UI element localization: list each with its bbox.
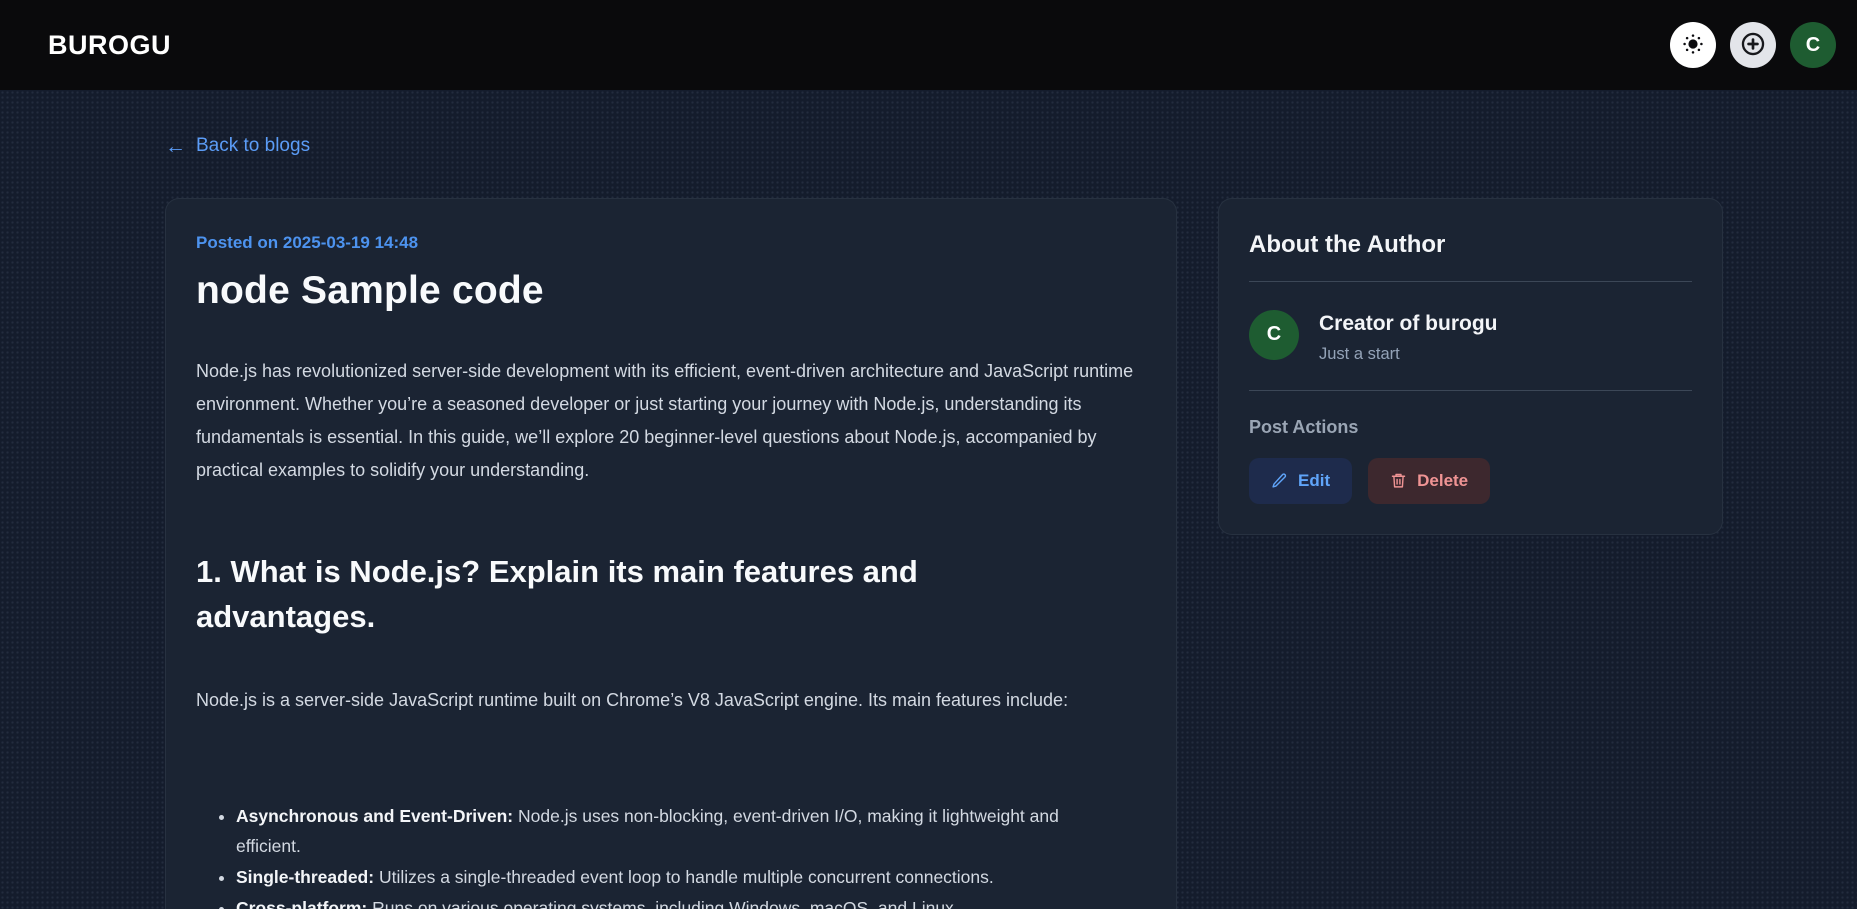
feature-text: Utilizes a single-threaded event loop to… (379, 867, 994, 887)
author-avatar-initial: C (1267, 323, 1281, 346)
post-actions-buttons: Edit Delete (1249, 458, 1692, 504)
section-heading: 1. What is Node.js? Explain its main fea… (196, 549, 1066, 639)
plus-circle-icon (1739, 30, 1767, 61)
author-bio: Just a start (1319, 345, 1498, 364)
author-avatar: C (1249, 310, 1299, 360)
pencil-icon (1271, 472, 1288, 489)
top-navbar: BUROGU (0, 0, 1857, 90)
delete-button[interactable]: Delete (1368, 458, 1490, 504)
edit-button[interactable]: Edit (1249, 458, 1352, 504)
author-info: C Creator of burogu Just a start (1249, 310, 1692, 364)
feature-text: Runs on various operating systems, inclu… (372, 898, 959, 909)
divider (1249, 281, 1692, 282)
navbar-actions: C (1670, 22, 1836, 68)
section-intro: Node.js is a server-side JavaScript runt… (196, 685, 1146, 715)
post-intro: Node.js has revolutionized server-side d… (196, 355, 1146, 487)
feature-label: Single-threaded: (236, 867, 374, 887)
theme-toggle-button[interactable] (1670, 22, 1716, 68)
feature-list: Asynchronous and Event-Driven: Node.js u… (196, 801, 1126, 909)
brand-logo[interactable]: BUROGU (48, 30, 171, 61)
author-card: About the Author C Creator of burogu Jus… (1218, 198, 1723, 535)
feature-item: Cross-platform: Runs on various operatin… (236, 893, 1126, 909)
post-actions-label: Post Actions (1249, 417, 1692, 438)
user-avatar[interactable]: C (1790, 22, 1836, 68)
new-post-button[interactable] (1730, 22, 1776, 68)
edit-button-label: Edit (1298, 471, 1330, 491)
post-card: Posted on 2025-03-19 14:48 node Sample c… (165, 198, 1177, 909)
back-link-label: Back to blogs (196, 135, 310, 157)
author-name: Creator of burogu (1319, 310, 1498, 336)
feature-item: Asynchronous and Event-Driven: Node.js u… (236, 801, 1126, 861)
back-to-blogs-link[interactable]: ← Back to blogs (165, 135, 310, 157)
divider (1249, 390, 1692, 391)
post-title: node Sample code (196, 269, 1146, 313)
author-details: Creator of burogu Just a start (1319, 310, 1498, 364)
page-content: ← Back to blogs Posted on 2025-03-19 14:… (0, 90, 1723, 909)
feature-label: Cross-platform: (236, 898, 367, 909)
trash-icon (1390, 472, 1407, 489)
author-card-title: About the Author (1249, 231, 1692, 259)
user-avatar-initial: C (1806, 34, 1820, 57)
sun-icon (1681, 32, 1705, 59)
feature-item: Single-threaded: Utilizes a single-threa… (236, 862, 1126, 892)
post-date: Posted on 2025-03-19 14:48 (196, 233, 1146, 253)
delete-button-label: Delete (1417, 471, 1468, 491)
content-row: Posted on 2025-03-19 14:48 node Sample c… (165, 198, 1723, 909)
back-arrow-icon: ← (165, 136, 186, 157)
feature-label: Asynchronous and Event-Driven: (236, 806, 513, 826)
